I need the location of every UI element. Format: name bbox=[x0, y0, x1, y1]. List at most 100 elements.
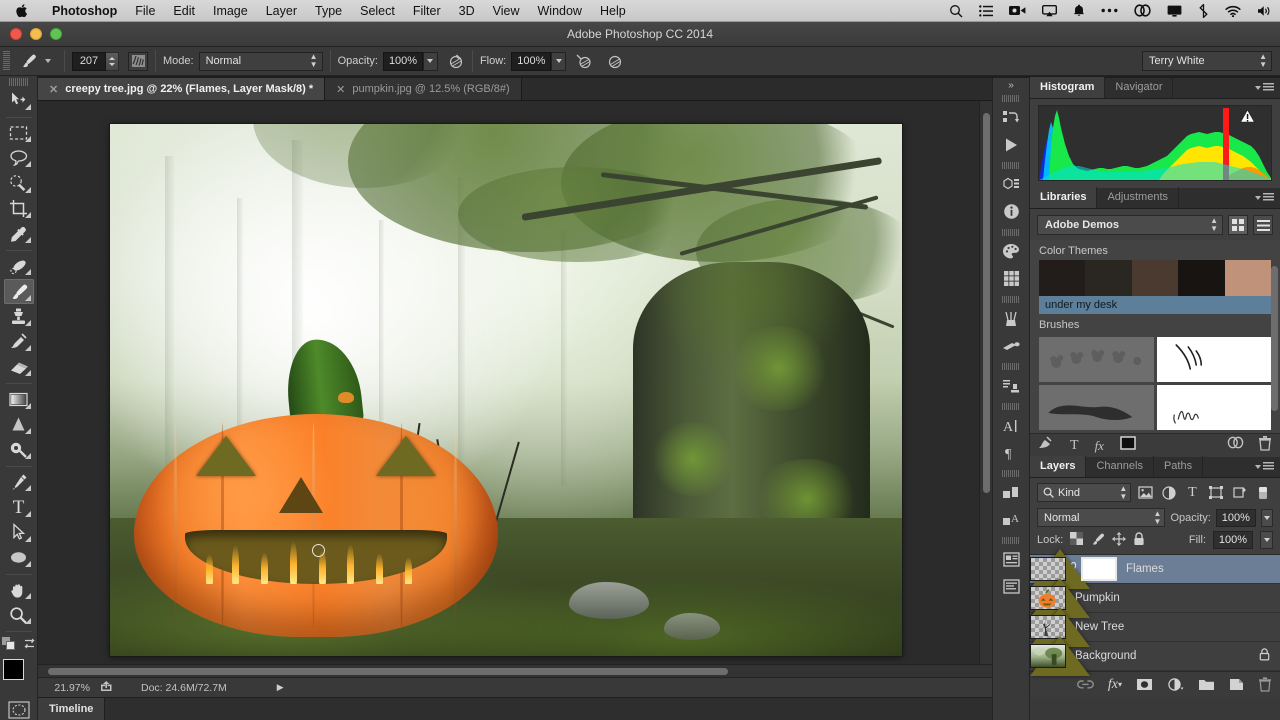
display-icon[interactable] bbox=[1159, 0, 1190, 22]
canvas-horizontal-scroll-thumb[interactable] bbox=[48, 668, 728, 675]
path-selection-tool[interactable] bbox=[4, 521, 34, 545]
flow-slider-arrow[interactable] bbox=[551, 52, 566, 71]
brush-panel-icon[interactable] bbox=[996, 305, 1026, 332]
ellipsis-icon[interactable] bbox=[1093, 0, 1126, 22]
type-tool[interactable]: T bbox=[4, 495, 34, 519]
volume-icon[interactable] bbox=[1249, 0, 1280, 22]
workspace-user-select[interactable]: Terry White ▲▼ bbox=[1142, 51, 1272, 71]
zoom-tool[interactable] bbox=[4, 603, 34, 627]
delete-icon[interactable] bbox=[1258, 436, 1272, 456]
character-panel-icon[interactable]: A bbox=[996, 412, 1026, 439]
tab-libraries[interactable]: Libraries bbox=[1030, 187, 1097, 208]
canvas-vertical-scroll-thumb[interactable] bbox=[983, 113, 990, 493]
dock-group-grip-4[interactable] bbox=[1002, 296, 1020, 303]
bluetooth-icon[interactable] bbox=[1190, 0, 1217, 22]
screen-recording-icon[interactable] bbox=[1001, 0, 1034, 22]
3d-panel-icon[interactable] bbox=[996, 171, 1026, 198]
brush-preset-picker-arrow[interactable] bbox=[45, 59, 51, 63]
layer-opacity-value[interactable]: 100% bbox=[1216, 509, 1256, 527]
blend-mode-select[interactable]: Normal ▲▼ bbox=[199, 52, 323, 71]
quick-selection-tool[interactable] bbox=[4, 171, 34, 195]
brush-size-stepper[interactable] bbox=[106, 52, 119, 71]
pen-tool[interactable] bbox=[4, 470, 34, 494]
brush-tool[interactable] bbox=[4, 279, 34, 303]
uncached-data-warning-icon[interactable] bbox=[1240, 110, 1254, 123]
document-tab-inactive[interactable]: ✕ pumpkin.jpg @ 12.5% (RGB/8#) bbox=[325, 78, 522, 100]
filter-adjustment-icon[interactable] bbox=[1159, 483, 1179, 502]
tab-layers[interactable]: Layers bbox=[1030, 456, 1086, 477]
share-icon[interactable] bbox=[100, 680, 113, 695]
opacity-field[interactable]: 100% bbox=[383, 52, 423, 71]
notes-panel-icon[interactable] bbox=[996, 546, 1026, 573]
character-styles-panel-icon[interactable]: A bbox=[996, 506, 1026, 533]
menu-photoshop[interactable]: Photoshop bbox=[43, 0, 126, 22]
new-group-icon[interactable] bbox=[1198, 678, 1215, 691]
lasso-tool[interactable] bbox=[4, 146, 34, 170]
new-adjustment-layer-icon[interactable] bbox=[1167, 678, 1184, 691]
brush-size-field[interactable]: 207 bbox=[72, 52, 106, 71]
libraries-scroll-thumb[interactable] bbox=[1271, 266, 1278, 411]
menu-filter[interactable]: Filter bbox=[404, 0, 450, 22]
layer-opacity-arrow[interactable] bbox=[1261, 509, 1273, 527]
lock-all-icon[interactable] bbox=[1133, 532, 1145, 549]
add-layer-mask-icon[interactable] bbox=[1136, 678, 1153, 691]
brush-thumbnail-2[interactable] bbox=[1157, 337, 1272, 382]
layer-comps-panel-icon[interactable] bbox=[996, 479, 1026, 506]
layer-thumbnail-background[interactable] bbox=[1030, 644, 1066, 668]
zoom-level[interactable]: 21.97% bbox=[38, 682, 96, 694]
menu-select[interactable]: Select bbox=[351, 0, 404, 22]
menu-3d[interactable]: 3D bbox=[450, 0, 484, 22]
document-tab-active[interactable]: ✕ creepy tree.jpg @ 22% (Flames, Layer M… bbox=[38, 78, 325, 100]
layer-row-background[interactable]: Background bbox=[1030, 642, 1280, 671]
info-panel-icon[interactable] bbox=[996, 198, 1026, 225]
tab-paths[interactable]: Paths bbox=[1154, 456, 1203, 477]
color-panel-icon[interactable] bbox=[996, 238, 1026, 265]
measurement-log-panel-icon[interactable] bbox=[996, 573, 1026, 600]
filter-pixel-icon[interactable] bbox=[1135, 483, 1155, 502]
pressure-opacity-icon[interactable] bbox=[447, 52, 465, 70]
collapse-panels-icon[interactable]: » bbox=[1008, 80, 1014, 91]
brush-thumbnail-3[interactable] bbox=[1039, 385, 1154, 430]
dock-group-grip-6[interactable] bbox=[1002, 403, 1020, 410]
airplay-icon[interactable] bbox=[1034, 0, 1065, 22]
tab-adjustments[interactable]: Adjustments bbox=[1097, 187, 1179, 208]
libraries-content[interactable]: Color Themes under my desk Brushes bbox=[1030, 240, 1280, 433]
ellipse-shape-tool[interactable] bbox=[4, 546, 34, 570]
menu-layer[interactable]: Layer bbox=[257, 0, 306, 22]
list-icon[interactable] bbox=[971, 0, 1001, 22]
eraser-tool[interactable] bbox=[4, 355, 34, 379]
pressure-size-icon[interactable] bbox=[606, 52, 624, 70]
menu-window[interactable]: Window bbox=[529, 0, 591, 22]
dock-group-grip-8[interactable] bbox=[1002, 537, 1020, 544]
layer-filter-kind-select[interactable]: Kind ▲▼ bbox=[1037, 483, 1131, 502]
brush-thumbnail-4[interactable] bbox=[1157, 385, 1272, 430]
gradient-tool[interactable] bbox=[4, 387, 34, 411]
lock-transparent-pixels-icon[interactable] bbox=[1070, 532, 1083, 548]
wifi-icon[interactable] bbox=[1217, 0, 1249, 22]
layer-blend-mode-select[interactable]: Normal ▲▼ bbox=[1037, 508, 1165, 527]
menu-help[interactable]: Help bbox=[591, 0, 635, 22]
layer-style-icon[interactable]: fx▾ bbox=[1108, 677, 1122, 693]
new-layer-icon[interactable] bbox=[1229, 678, 1244, 691]
color-theme-item[interactable]: under my desk bbox=[1039, 260, 1271, 314]
rectangular-marquee-tool[interactable] bbox=[4, 121, 34, 145]
filter-type-icon[interactable]: T bbox=[1183, 483, 1203, 502]
grid-view-icon[interactable] bbox=[1228, 215, 1248, 235]
opacity-slider-arrow[interactable] bbox=[423, 52, 438, 71]
crop-tool[interactable] bbox=[4, 197, 34, 221]
tab-navigator[interactable]: Navigator bbox=[1105, 77, 1173, 98]
notification-bell-icon[interactable] bbox=[1065, 0, 1093, 22]
canvas-vertical-scrollbar[interactable] bbox=[979, 101, 992, 677]
options-bar-grip[interactable] bbox=[3, 51, 10, 71]
dock-group-grip-3[interactable] bbox=[1002, 229, 1020, 236]
sync-creative-cloud-icon[interactable] bbox=[1227, 436, 1244, 456]
fill-value[interactable]: 100% bbox=[1213, 531, 1253, 549]
dock-group-grip-1[interactable] bbox=[1002, 95, 1020, 102]
spot-healing-brush-tool[interactable] bbox=[4, 254, 34, 278]
list-view-icon[interactable] bbox=[1253, 215, 1273, 235]
tab-timeline[interactable]: Timeline bbox=[38, 698, 105, 720]
creative-cloud-icon[interactable] bbox=[1126, 0, 1159, 22]
clone-stamp-tool[interactable] bbox=[4, 305, 34, 329]
eyedropper-tool[interactable] bbox=[4, 222, 34, 246]
airbrush-icon[interactable] bbox=[575, 52, 593, 70]
